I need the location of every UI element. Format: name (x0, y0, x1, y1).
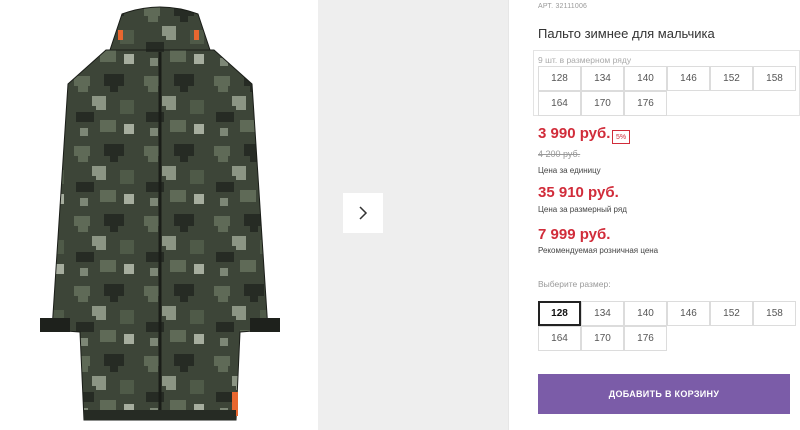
size-option[interactable]: 152 (710, 301, 753, 326)
unit-price-label: Цена за единицу (538, 166, 601, 175)
coat-image (40, 6, 280, 421)
size-option[interactable]: 140 (624, 301, 667, 326)
size-row-price: 35 910 руб. (538, 184, 619, 201)
size-option[interactable]: 146 (667, 301, 710, 326)
article-value: 32111006 (555, 3, 588, 10)
product-photo (0, 0, 318, 430)
size-option[interactable]: 176 (624, 326, 667, 351)
chevron-right-icon (359, 206, 368, 220)
size-option[interactable]: 158 (753, 301, 796, 326)
recommended-retail-price-label: Рекомендуемая розничная цена (538, 246, 659, 255)
size-selector: 128 134 140 146 152 158 164 170 176 (538, 301, 800, 351)
stock-size: 176 (624, 91, 667, 116)
size-option-selected[interactable]: 128 (538, 301, 581, 326)
size-option[interactable]: 134 (581, 301, 624, 326)
discount-badge: 5% (612, 130, 630, 144)
stock-size: 140 (624, 66, 667, 91)
stock-size-grid: 128 134 140 146 152 158 164 170 176 (538, 66, 800, 116)
product-details: АРТ. 32111006 Пальто зимнее для мальчика… (533, 0, 800, 430)
size-row-price-label: Цена за размерный ряд (538, 205, 627, 214)
old-price: 4 200 руб. (538, 149, 581, 159)
size-option[interactable]: 170 (581, 326, 624, 351)
stock-size: 152 (710, 66, 753, 91)
product-title: Пальто зимнее для мальчика (538, 26, 715, 41)
stock-size: 170 (581, 91, 624, 116)
article-label: АРТ. (538, 3, 554, 10)
add-to-cart-button[interactable]: ДОБАВИТЬ В КОРЗИНУ (538, 374, 790, 414)
choose-size-label: Выберите размер: (538, 279, 611, 289)
recommended-retail-price: 7 999 руб. (538, 226, 611, 243)
stock-note: 9 шт. в размерном ряду (538, 55, 632, 65)
product-gallery (0, 0, 508, 430)
stock-size: 158 (753, 66, 796, 91)
stock-size: 128 (538, 66, 581, 91)
next-photo-button[interactable] (343, 193, 383, 233)
column-divider (508, 0, 509, 430)
unit-price: 3 990 руб. (538, 125, 611, 142)
stock-size: 134 (581, 66, 624, 91)
stock-size: 146 (667, 66, 710, 91)
size-option[interactable]: 164 (538, 326, 581, 351)
stock-size: 164 (538, 91, 581, 116)
article-number: АРТ. 32111006 (538, 3, 587, 10)
